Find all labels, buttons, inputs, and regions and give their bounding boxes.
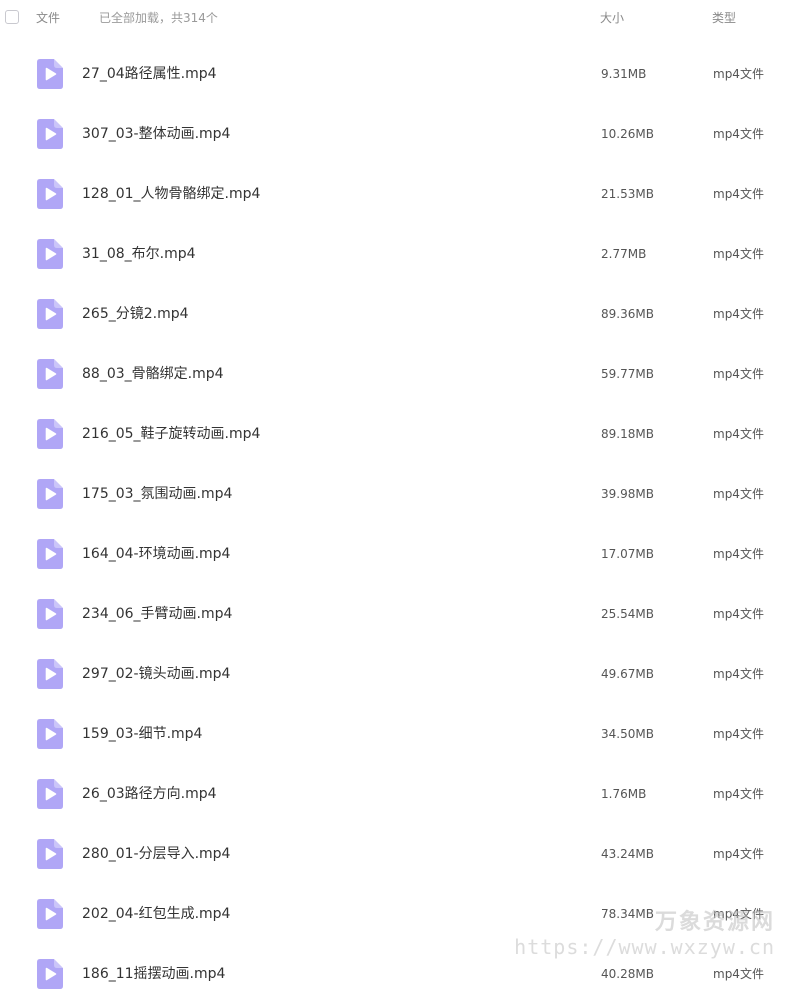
column-header-file[interactable]: 文件 — [36, 10, 60, 26]
column-header-type[interactable]: 类型 — [712, 10, 736, 26]
file-name[interactable]: 159_03-细节.mp4 — [82, 725, 202, 743]
file-name[interactable]: 175_03_氛围动画.mp4 — [82, 485, 232, 503]
file-name[interactable]: 216_05_鞋子旋转动画.mp4 — [82, 425, 260, 443]
file-type: mp4文件 — [713, 247, 764, 261]
file-name[interactable]: 27_04路径属性.mp4 — [82, 65, 217, 83]
file-size: 17.07MB — [601, 547, 654, 561]
video-file-icon — [37, 59, 63, 89]
file-size: 39.98MB — [601, 487, 654, 501]
file-row[interactable]: 164_04-环境动画.mp4 17.07MB mp4文件 — [0, 524, 803, 584]
file-type: mp4文件 — [713, 727, 764, 741]
file-type: mp4文件 — [713, 487, 764, 501]
file-name[interactable]: 265_分镜2.mp4 — [82, 305, 189, 323]
file-size: 21.53MB — [601, 187, 654, 201]
file-type: mp4文件 — [713, 67, 764, 81]
file-size: 40.28MB — [601, 967, 654, 981]
file-row[interactable]: 175_03_氛围动画.mp4 39.98MB mp4文件 — [0, 464, 803, 524]
file-row[interactable]: 216_05_鞋子旋转动画.mp4 89.18MB mp4文件 — [0, 404, 803, 464]
file-type: mp4文件 — [713, 967, 764, 981]
file-row[interactable]: 307_03-整体动画.mp4 10.26MB mp4文件 — [0, 104, 803, 164]
file-name[interactable]: 234_06_手臂动画.mp4 — [82, 605, 232, 623]
video-file-icon — [37, 179, 63, 209]
video-file-icon — [37, 659, 63, 689]
file-type: mp4文件 — [713, 607, 764, 621]
file-name[interactable]: 88_03_骨骼绑定.mp4 — [82, 365, 224, 383]
file-row[interactable]: 159_03-细节.mp4 34.50MB mp4文件 — [0, 704, 803, 764]
video-file-icon — [37, 119, 63, 149]
file-type: mp4文件 — [713, 127, 764, 141]
file-row[interactable]: 27_04路径属性.mp4 9.31MB mp4文件 — [0, 44, 803, 104]
file-name[interactable]: 280_01-分层导入.mp4 — [82, 845, 230, 863]
file-name[interactable]: 202_04-红包生成.mp4 — [82, 905, 230, 923]
file-size: 10.26MB — [601, 127, 654, 141]
video-file-icon — [37, 419, 63, 449]
video-file-icon — [37, 359, 63, 389]
file-row[interactable]: 297_02-镜头动画.mp4 49.67MB mp4文件 — [0, 644, 803, 704]
file-row[interactable]: 31_08_布尔.mp4 2.77MB mp4文件 — [0, 224, 803, 284]
file-name[interactable]: 297_02-镜头动画.mp4 — [82, 665, 230, 683]
file-list-header: 文件 已全部加载，共314个 大小 类型 — [0, 0, 803, 36]
file-type: mp4文件 — [713, 367, 764, 381]
video-file-icon — [37, 539, 63, 569]
file-name[interactable]: 26_03路径方向.mp4 — [82, 785, 217, 803]
file-row[interactable]: 128_01_人物骨骼绑定.mp4 21.53MB mp4文件 — [0, 164, 803, 224]
file-row[interactable]: 234_06_手臂动画.mp4 25.54MB mp4文件 — [0, 584, 803, 644]
file-size: 89.36MB — [601, 307, 654, 321]
file-size: 43.24MB — [601, 847, 654, 861]
file-type: mp4文件 — [713, 547, 764, 561]
video-file-icon — [37, 839, 63, 869]
video-file-icon — [37, 899, 63, 929]
file-name[interactable]: 307_03-整体动画.mp4 — [82, 125, 230, 143]
file-size: 78.34MB — [601, 907, 654, 921]
file-row[interactable]: 265_分镜2.mp4 89.36MB mp4文件 — [0, 284, 803, 344]
file-size: 9.31MB — [601, 67, 647, 81]
file-list: 27_04路径属性.mp4 9.31MB mp4文件 307_03-整体动画.mp4 1… — [0, 44, 803, 1004]
video-file-icon — [37, 479, 63, 509]
file-name[interactable]: 164_04-环境动画.mp4 — [82, 545, 230, 563]
file-type: mp4文件 — [713, 307, 764, 321]
file-row[interactable]: 202_04-红包生成.mp4 78.34MB mp4文件 — [0, 884, 803, 944]
file-row[interactable]: 280_01-分层导入.mp4 43.24MB mp4文件 — [0, 824, 803, 884]
file-size: 34.50MB — [601, 727, 654, 741]
file-row[interactable]: 186_11摇摆动画.mp4 40.28MB mp4文件 — [0, 944, 803, 1004]
file-size: 2.77MB — [601, 247, 647, 261]
load-status-text: 已全部加载，共314个 — [99, 11, 218, 25]
file-size: 49.67MB — [601, 667, 654, 681]
video-file-icon — [37, 959, 63, 989]
video-file-icon — [37, 239, 63, 269]
file-type: mp4文件 — [713, 427, 764, 441]
select-all-checkbox[interactable] — [5, 10, 19, 24]
column-header-size[interactable]: 大小 — [600, 10, 624, 26]
file-size: 59.77MB — [601, 367, 654, 381]
file-size: 89.18MB — [601, 427, 654, 441]
video-file-icon — [37, 779, 63, 809]
file-type: mp4文件 — [713, 667, 764, 681]
file-type: mp4文件 — [713, 787, 764, 801]
file-name[interactable]: 128_01_人物骨骼绑定.mp4 — [82, 185, 260, 203]
file-name[interactable]: 186_11摇摆动画.mp4 — [82, 965, 225, 983]
file-row[interactable]: 26_03路径方向.mp4 1.76MB mp4文件 — [0, 764, 803, 824]
file-type: mp4文件 — [713, 907, 764, 921]
video-file-icon — [37, 599, 63, 629]
file-row[interactable]: 88_03_骨骼绑定.mp4 59.77MB mp4文件 — [0, 344, 803, 404]
file-type: mp4文件 — [713, 187, 764, 201]
video-file-icon — [37, 719, 63, 749]
file-size: 1.76MB — [601, 787, 647, 801]
video-file-icon — [37, 299, 63, 329]
file-type: mp4文件 — [713, 847, 764, 861]
file-name[interactable]: 31_08_布尔.mp4 — [82, 245, 196, 263]
file-size: 25.54MB — [601, 607, 654, 621]
